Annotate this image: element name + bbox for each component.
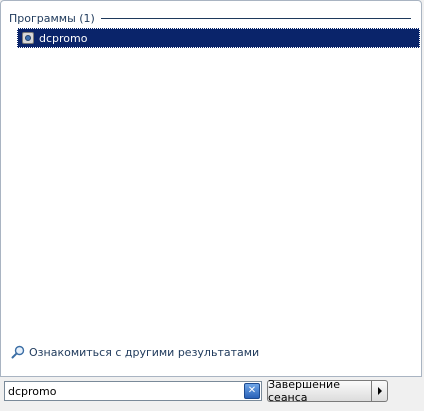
result-item-dcpromo[interactable]: dcpromo bbox=[17, 28, 420, 48]
see-more-results-label: Ознакомиться с другими результатами bbox=[29, 345, 260, 359]
start-menu-results-panel: Программы (1) dcpromo Ознакомиться с дру… bbox=[0, 0, 422, 377]
log-off-button[interactable]: Завершение сеанса bbox=[267, 378, 372, 404]
search-input[interactable] bbox=[5, 383, 244, 399]
search-box: ✕ bbox=[4, 381, 262, 401]
result-item-label: dcpromo bbox=[39, 31, 88, 45]
chevron-right-icon bbox=[377, 387, 382, 395]
see-more-results-link[interactable]: Ознакомиться с другими результатами bbox=[11, 345, 259, 359]
clear-icon[interactable]: ✕ bbox=[244, 383, 260, 399]
group-divider bbox=[100, 17, 411, 19]
group-header-programs: Программы (1) bbox=[9, 11, 413, 25]
group-title: Программы (1) bbox=[9, 11, 95, 25]
app-icon bbox=[22, 32, 34, 44]
shutdown-options-button[interactable] bbox=[372, 380, 388, 402]
magnifier-icon bbox=[11, 345, 25, 359]
